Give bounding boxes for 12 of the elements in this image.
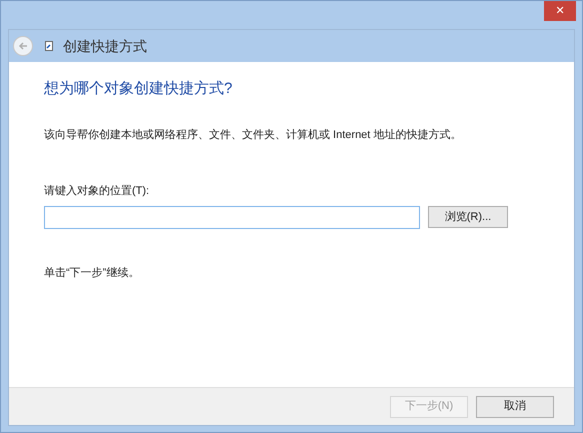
- location-label: 请键入对象的位置(T):: [44, 184, 150, 199]
- continue-hint: 单击“下一步”继续。: [44, 266, 140, 280]
- shortcut-icon: [45, 41, 53, 51]
- browse-button[interactable]: 浏览(R)...: [428, 206, 508, 228]
- back-arrow-icon: [18, 41, 28, 51]
- wizard-heading: 想为哪个对象创建快捷方式?: [44, 79, 234, 99]
- back-button[interactable]: [13, 36, 33, 56]
- location-field[interactable]: [44, 206, 420, 228]
- dialog-button[interactable]: 取消: [476, 396, 554, 418]
- close-button[interactable]: ✕: [544, 1, 576, 21]
- wizard-description: 该向导帮你创建本地或网络程序、文件、文件夹、计算机或 Internet 地址的快捷方式。: [44, 128, 462, 142]
- window-title: 创建快捷方式: [63, 36, 147, 56]
